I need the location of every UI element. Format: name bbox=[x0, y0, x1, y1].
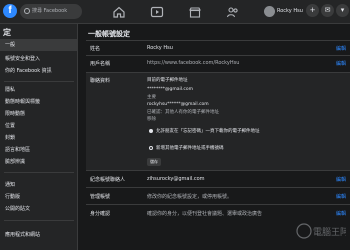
sidebar-item-label: 公開的貼文 bbox=[5, 206, 31, 212]
sidebar-item-label: 封鎖 bbox=[5, 135, 16, 141]
sidebar-item-general[interactable]: 一般 bbox=[0, 39, 78, 51]
divider bbox=[86, 55, 350, 56]
sidebar-item-face-recognition[interactable]: 臉部辨識 bbox=[0, 156, 78, 168]
sidebar-item-security[interactable]: 帳號安全和登入 bbox=[0, 53, 78, 65]
home-icon[interactable] bbox=[112, 4, 126, 18]
sidebar-item-label: 帳號安全和登入 bbox=[5, 56, 41, 62]
username-value: https://www.facebook.com/RockyHsu bbox=[147, 60, 240, 66]
sidebar-item-apps[interactable]: 應用程式和網站 bbox=[0, 229, 78, 241]
sidebar-item-label: 應用程式和網站 bbox=[5, 232, 41, 238]
sidebar-item-your-info[interactable]: 你的 Facebook 資訊 bbox=[0, 65, 78, 77]
name-value: Rocky Hsu bbox=[147, 45, 173, 51]
settings-sidebar: 定 一般 帳號安全和登入 你的 Facebook 資訊 隱私 動態時報與標籤 限… bbox=[0, 24, 78, 250]
page-title: 一般帳號設定 bbox=[88, 30, 130, 38]
edit-name-link[interactable]: 編輯 bbox=[336, 45, 346, 52]
sidebar-item-label: 動態時報與標籤 bbox=[5, 99, 41, 105]
sidebar-item-notifications[interactable]: 通知 bbox=[0, 179, 78, 191]
edit-username-link[interactable]: 編輯 bbox=[336, 60, 346, 67]
watermark-logo: 電腦王阿達 bbox=[296, 223, 346, 239]
divider bbox=[86, 204, 350, 205]
sidebar-item-label: 行動版 bbox=[5, 194, 21, 200]
sidebar-item-timeline[interactable]: 動態時報與標籤 bbox=[0, 96, 78, 108]
sidebar-item-public-posts[interactable]: 公開的貼文 bbox=[0, 203, 78, 215]
sidebar-item-label: 一般 bbox=[5, 42, 16, 48]
contact-section bbox=[86, 72, 350, 171]
marketplace-icon[interactable] bbox=[188, 4, 202, 18]
email-secondary: rockyhsu******@gmail.com bbox=[147, 102, 209, 107]
add-contact-link[interactable]: 新增其他電子郵件地址或手機號碼 bbox=[156, 145, 224, 151]
edit-manage-link[interactable]: 編輯 bbox=[336, 193, 346, 200]
edit-memorial-link[interactable]: 編輯 bbox=[336, 176, 346, 183]
divider bbox=[86, 40, 350, 41]
sidebar-item-blocking[interactable]: 封鎖 bbox=[0, 132, 78, 144]
sidebar-divider bbox=[4, 172, 74, 173]
sidebar-item-privacy[interactable]: 隱私 bbox=[0, 84, 78, 96]
sidebar-item-stories[interactable]: 限時動態 bbox=[0, 108, 78, 120]
sidebar-divider bbox=[4, 81, 74, 82]
sidebar-item-label: 語言和地區 bbox=[5, 147, 31, 153]
memorial-contact-value: zihsurocky@gmail.com bbox=[147, 176, 205, 182]
messenger-icon[interactable]: ✉ bbox=[321, 4, 334, 17]
confirmed-text: 已確認：其他人有你的電子郵件地址 bbox=[147, 110, 219, 115]
manage-account-value: 修改你的紀念帳號設定，或停用帳號。 bbox=[147, 194, 233, 200]
identity-value: 確認你的身分，以便刊登社會議題、選舉或政治廣告 bbox=[147, 211, 263, 217]
edit-identity-link[interactable]: 編輯 bbox=[336, 210, 346, 217]
primary-tag: 主要 bbox=[147, 95, 156, 100]
sidebar-item-location[interactable]: 位置 bbox=[0, 120, 78, 132]
name-label: 姓名 bbox=[90, 46, 101, 52]
svg-text:電腦王阿達: 電腦王阿達 bbox=[313, 226, 346, 238]
username-label: 用戶名稱 bbox=[90, 61, 111, 67]
add-contact-icon[interactable] bbox=[149, 146, 153, 150]
top-bar: f 搜尋 Facebook Rocky Hsu + ✉ ▾ bbox=[0, 0, 350, 24]
identity-label: 身分確認 bbox=[90, 211, 111, 217]
avatar bbox=[264, 6, 275, 17]
contact-label: 聯絡資料 bbox=[90, 78, 111, 84]
sidebar-item-label: 通知 bbox=[5, 182, 16, 188]
sidebar-title: 定 bbox=[3, 28, 11, 37]
sidebar-item-mobile[interactable]: 行動版 bbox=[0, 191, 78, 203]
search-icon bbox=[24, 8, 30, 14]
manage-account-label: 管理帳號 bbox=[90, 194, 111, 200]
facebook-logo-icon[interactable]: f bbox=[3, 4, 17, 18]
current-email-heading: 目前的電子郵件地址 bbox=[147, 78, 188, 83]
profile-name: Rocky Hsu bbox=[277, 8, 303, 14]
allow-friends-checkbox[interactable] bbox=[149, 129, 153, 133]
sidebar-item-label: 你的 Facebook 資訊 bbox=[5, 68, 52, 74]
profile-chip[interactable]: Rocky Hsu bbox=[262, 4, 303, 19]
sidebar-item-label: 限時動態 bbox=[5, 111, 26, 117]
search-input[interactable]: 搜尋 Facebook bbox=[20, 4, 82, 19]
account-menu-icon[interactable]: ▾ bbox=[336, 4, 349, 17]
sidebar-item-language[interactable]: 語言和地區 bbox=[0, 144, 78, 156]
save-button[interactable]: 儲存 bbox=[147, 158, 161, 166]
search-placeholder: 搜尋 Facebook bbox=[32, 8, 68, 14]
watch-icon[interactable] bbox=[150, 4, 164, 18]
sidebar-divider bbox=[4, 220, 74, 221]
sidebar-item-label: 臉部辨識 bbox=[5, 159, 26, 165]
memorial-contact-label: 紀念帳號聯絡人 bbox=[90, 177, 126, 183]
divider bbox=[86, 187, 350, 188]
allow-friends-label: 允許朋友在「忘記密碼」一頁下載你的電子郵件地址 bbox=[156, 129, 260, 134]
email-primary: ********@gmail.com bbox=[147, 87, 194, 92]
create-icon[interactable]: + bbox=[306, 4, 319, 17]
groups-icon[interactable] bbox=[226, 4, 240, 18]
remove-email-link[interactable]: 移除 bbox=[147, 116, 156, 122]
sidebar-item-label: 位置 bbox=[5, 123, 16, 129]
sidebar-item-label: 隱私 bbox=[5, 87, 16, 93]
